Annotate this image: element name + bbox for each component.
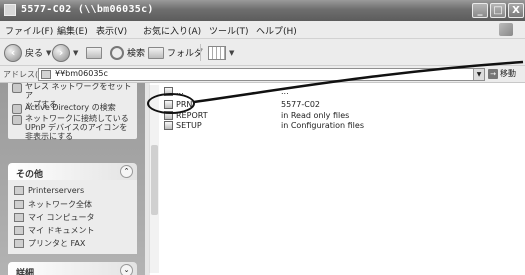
callout-line — [193, 60, 524, 104]
callout-pointer — [193, 60, 524, 104]
